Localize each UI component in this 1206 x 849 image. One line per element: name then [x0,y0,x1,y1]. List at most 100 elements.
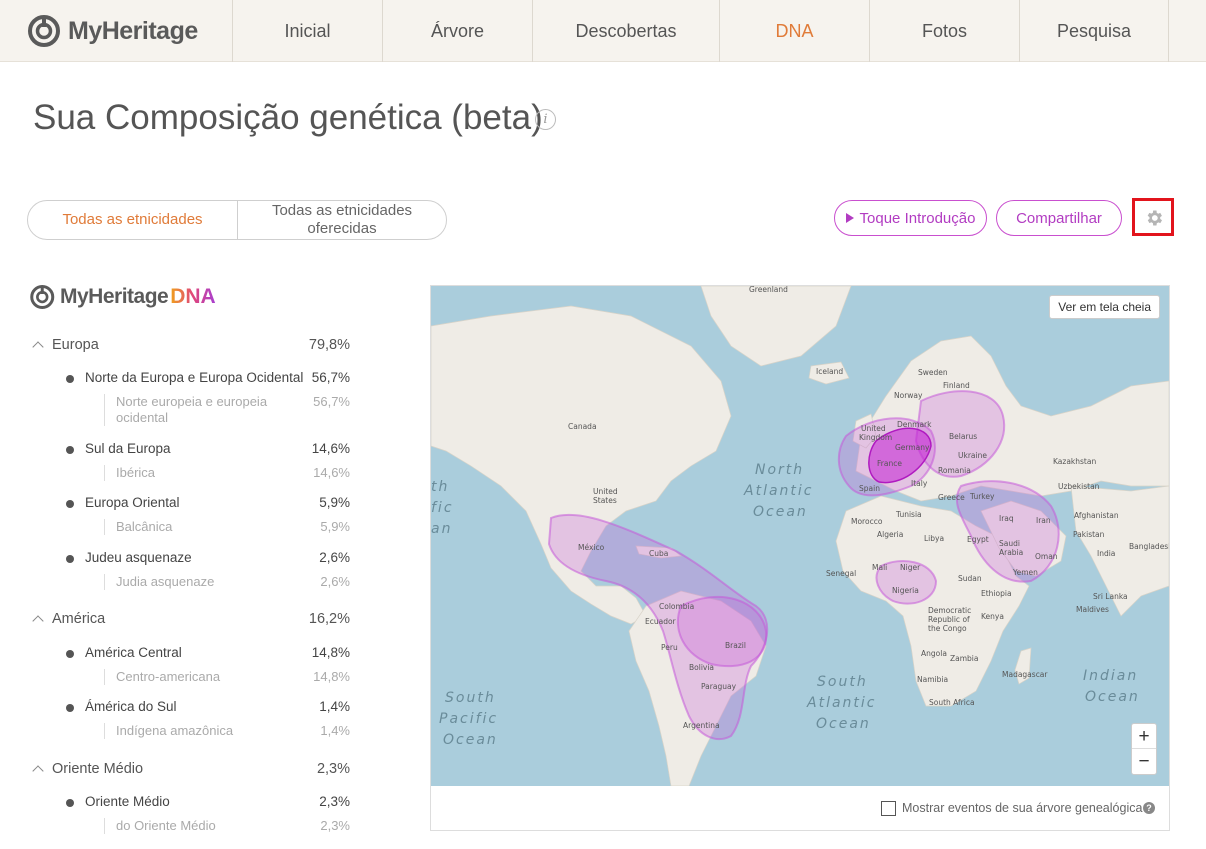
world-map[interactable]: Greenland Iceland Sweden Finland Norway … [431,286,1169,786]
share-button[interactable]: Compartilhar [996,200,1122,236]
svg-text:Bolivia: Bolivia [689,663,714,672]
myheritage-logo-icon [28,15,60,47]
zoom-control: + − [1131,723,1157,775]
svg-text:Atlantic: Atlantic [806,695,876,711]
leaf-percent: 14,6% [313,465,350,480]
sub-percent: 1,4% [319,699,350,714]
intro-tour-button[interactable]: Toque Introdução [834,200,987,236]
ethnicity-group-oriente-medio[interactable]: Oriente Médio 2,3% [30,761,350,777]
svg-text:United: United [593,487,618,496]
svg-text:Argentina: Argentina [683,721,720,730]
sub-percent: 2,3% [319,794,350,809]
dna-logo-brand: MyHeritage [60,285,169,308]
nav-item-fotos[interactable]: Fotos [869,0,1019,62]
svg-text:Mali: Mali [872,563,887,572]
svg-text:Madagascar: Madagascar [1002,670,1048,679]
group-name: América [52,611,106,627]
svg-text:South: South [445,690,496,706]
ethnicity-sub-row[interactable]: Judeu asquenaze 2,6% [30,550,350,565]
svg-text:Indian: Indian [1083,668,1138,684]
sub-percent: 14,8% [311,645,350,660]
group-name: Oriente Médio [52,761,144,777]
svg-text:Afghanistan: Afghanistan [1074,511,1119,520]
leaf-percent: 2,6% [320,574,350,589]
sub-percent: 2,6% [319,550,350,565]
svg-text:Spain: Spain [859,484,880,493]
nav-item-pesquisa[interactable]: Pesquisa [1019,0,1169,62]
zoom-out-button[interactable]: − [1132,749,1156,774]
nav-item-dna[interactable]: DNA [719,0,869,62]
top-navigation-bar: MyHeritage Inicial Árvore Descobertas DN… [0,0,1206,62]
play-icon [845,213,854,223]
svg-text:Morocco: Morocco [851,517,883,526]
chevron-up-icon [32,341,44,353]
sub-name: Oriente Médio [30,794,170,809]
svg-text:México: México [578,543,605,552]
svg-text:Ethiopia: Ethiopia [981,589,1012,598]
nav-item-descobertas[interactable]: Descobertas [532,0,719,62]
svg-text:Zambia: Zambia [950,654,978,663]
svg-text:Pacific: Pacific [439,711,498,727]
svg-text:Ocean: Ocean [1085,689,1140,705]
show-events-label[interactable]: Mostrar eventos de sua árvore genealógic… [902,801,1142,815]
map-footer: Mostrar eventos de sua árvore genealógic… [431,786,1169,830]
ocean-label: North [755,462,804,478]
group-percent: 16,2% [308,611,350,627]
nav-item-arvore[interactable]: Árvore [382,0,532,62]
svg-text:Bangladesh: Bangladesh [1129,542,1169,551]
svg-text:Kingdom: Kingdom [859,433,892,442]
svg-text:Germany: Germany [895,443,930,452]
svg-text:Cuba: Cuba [649,549,668,558]
nav-item-inicial[interactable]: Inicial [232,0,382,62]
svg-text:an: an [431,521,452,537]
main-nav: Inicial Árvore Descobertas DNA Fotos Pes… [232,0,1169,62]
leaf-name: Norte europeia e europeia ocidental [116,394,268,425]
ethnicity-group-america[interactable]: América 16,2% [30,611,350,627]
settings-button[interactable] [1132,198,1174,236]
help-icon[interactable]: ? [1143,802,1155,814]
ethnicity-sub-row[interactable]: Sul da Europa 14,6% [30,441,350,456]
svg-text:States: States [593,496,617,505]
tab-all-offered-ethnicities[interactable]: Todas as etnicidades oferecidas [238,201,446,239]
zoom-in-button[interactable]: + [1132,724,1156,749]
svg-text:Republic of: Republic of [928,615,970,624]
ethnicity-leaf-row: Centro-americana 14,8% [104,669,350,685]
svg-text:Sri Lanka: Sri Lanka [1093,592,1128,601]
myheritage-logo[interactable]: MyHeritage [28,13,198,49]
fullscreen-button[interactable]: Ver em tela cheia [1049,295,1160,319]
leaf-name: Centro-americana [116,669,221,684]
svg-text:Senegal: Senegal [826,569,856,578]
myheritage-dna-logo: MyHeritage DNA [30,285,216,309]
svg-text:Denmark: Denmark [897,420,932,429]
tab-all-ethnicities[interactable]: Todas as etnicidades [28,201,238,239]
leaf-percent: 5,9% [320,519,350,534]
page-title: Sua Composição genética (beta) [33,98,543,137]
ethnicity-sub-row[interactable]: América Central 14,8% [30,645,350,660]
svg-text:Ocean: Ocean [753,504,808,520]
sub-name: Ámérica do Sul [30,699,177,714]
info-icon[interactable]: i [535,109,556,130]
ethnicity-group-europa[interactable]: Europa 79,8% [30,337,350,353]
svg-text:United: United [861,424,886,433]
ethnicity-sub-row[interactable]: Oriente Médio 2,3% [30,794,350,809]
leaf-percent: 1,4% [320,723,350,738]
svg-text:Sudan: Sudan [958,574,982,583]
intro-tour-label: Toque Introdução [859,209,976,227]
show-events-checkbox[interactable] [881,801,896,816]
svg-text:Ecuador: Ecuador [645,617,677,626]
group-name: Europa [52,337,99,353]
sub-name: Judeu asquenaze [30,550,192,565]
ethnicity-sub-row[interactable]: Europa Oriental 5,9% [30,495,350,510]
svg-text:Ukraine: Ukraine [958,451,987,460]
ethnicity-sub-row[interactable]: Ámérica do Sul 1,4% [30,699,350,714]
ethnicity-sub-row[interactable]: Norte da Europa e Europa Ocidental 56,7% [30,370,350,385]
leaf-name: do Oriente Médio [116,818,216,833]
svg-text:Tunisia: Tunisia [895,510,922,519]
svg-text:Finland: Finland [943,381,970,390]
svg-text:Libya: Libya [924,534,944,543]
svg-text:Niger: Niger [900,563,921,572]
svg-text:India: India [1097,549,1115,558]
svg-text:Iceland: Iceland [816,367,843,376]
ethnicity-leaf-row: Indígena amazônica 1,4% [104,723,350,739]
svg-text:Kazakhstan: Kazakhstan [1053,457,1096,466]
